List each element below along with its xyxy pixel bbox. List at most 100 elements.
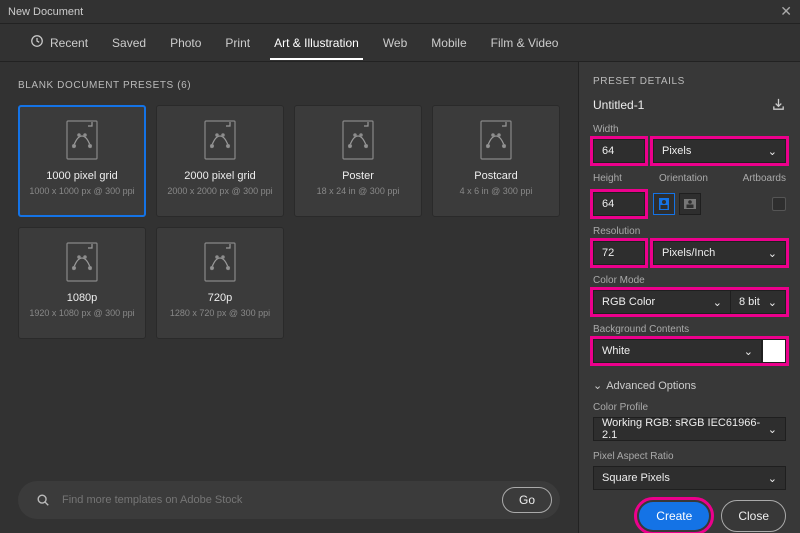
chevron-down-icon: ⌄ (713, 296, 722, 309)
color-depth-select[interactable]: 8 bit ⌄ (730, 290, 786, 314)
tab-print[interactable]: Print (213, 26, 262, 60)
width-unit-select[interactable]: Pixels ⌄ (653, 139, 786, 163)
preset-name: 720p (208, 292, 232, 304)
tab-label: Print (225, 36, 250, 50)
chevron-down-icon: ⌄ (768, 247, 777, 260)
height-input[interactable]: 64 (593, 192, 645, 216)
resolution-input[interactable]: 72 (593, 241, 645, 265)
orientation-portrait-button[interactable] (653, 193, 675, 215)
color-mode-select[interactable]: RGB Color ⌄ (593, 290, 730, 314)
preset-name: 2000 pixel grid (184, 170, 256, 182)
advanced-label: Advanced Options (606, 380, 696, 392)
preset-name: 1000 pixel grid (46, 170, 118, 182)
tab-recent[interactable]: Recent (18, 24, 100, 61)
preset-thumbnail-icon (204, 242, 236, 282)
color-profile-select[interactable]: Working RGB: sRGB IEC61966-2.1 ⌄ (593, 417, 786, 441)
tab-photo[interactable]: Photo (158, 26, 213, 60)
background-value: White (602, 345, 630, 357)
chevron-down-icon: ⌄ (768, 296, 777, 309)
tab-label: Web (383, 36, 407, 50)
preset-card[interactable]: 1000 pixel grid 1000 x 1000 px @ 300 ppi (18, 105, 146, 217)
background-contents-label: Background Contents (593, 324, 786, 335)
artboards-checkbox[interactable] (772, 197, 786, 211)
preset-dimensions: 18 x 24 in @ 300 ppi (317, 186, 400, 196)
presets-count: (6) (177, 80, 191, 91)
preset-dimensions: 1920 x 1080 px @ 300 ppi (29, 308, 134, 318)
color-depth-value: 8 bit (739, 296, 760, 308)
dialog-footer: Create Close (593, 500, 786, 532)
preset-dimensions: 2000 x 2000 px @ 300 ppi (167, 186, 272, 196)
chevron-down-icon: ⌄ (744, 345, 753, 358)
pixel-aspect-ratio-select[interactable]: Square Pixels⌄ (593, 466, 786, 490)
width-value: 64 (602, 145, 614, 157)
background-swatch[interactable] (762, 339, 786, 363)
preset-card[interactable]: 720p 1280 x 720 px @ 300 ppi (156, 227, 284, 339)
background-select[interactable]: White ⌄ (593, 339, 762, 363)
preset-thumbnail-icon (66, 120, 98, 160)
tab-art-illustration[interactable]: Art & Illustration (262, 26, 371, 60)
preset-dimensions: 1280 x 720 px @ 300 ppi (170, 308, 270, 318)
presets-panel: BLANK DOCUMENT PRESETS (6) 1000 pixel gr… (0, 62, 578, 533)
width-label: Width (593, 124, 786, 135)
resolution-unit-select[interactable]: Pixels/Inch ⌄ (653, 241, 786, 265)
tab-mobile[interactable]: Mobile (419, 26, 478, 60)
color-mode-label: Color Mode (593, 275, 786, 286)
search-input[interactable] (62, 494, 490, 506)
preset-dimensions: 4 x 6 in @ 300 ppi (460, 186, 533, 196)
orientation-group (653, 193, 701, 215)
width-unit-value: Pixels (662, 145, 691, 157)
tab-label: Recent (50, 36, 88, 50)
width-input[interactable]: 64 (593, 139, 645, 163)
preset-dimensions: 1000 x 1000 px @ 300 ppi (29, 186, 134, 196)
preset-card[interactable]: 1080p 1920 x 1080 px @ 300 ppi (18, 227, 146, 339)
preset-name: 1080p (67, 292, 98, 304)
preset-card[interactable]: Postcard 4 x 6 in @ 300 ppi (432, 105, 560, 217)
preset-grid: 1000 pixel grid 1000 x 1000 px @ 300 ppi 2… (18, 105, 560, 339)
presets-header-text: BLANK DOCUMENT PRESETS (18, 80, 174, 91)
preset-thumbnail-icon (204, 120, 236, 160)
color-profile-label: Color Profile (593, 402, 786, 413)
clock-icon (30, 34, 44, 51)
height-value: 64 (602, 198, 614, 210)
tab-label: Saved (112, 36, 146, 50)
window-title: New Document (8, 6, 83, 18)
tab-saved[interactable]: Saved (100, 26, 158, 60)
color-mode-value: RGB Color (602, 296, 655, 308)
resolution-label: Resolution (593, 226, 786, 237)
chevron-down-icon: ⌄ (768, 472, 777, 485)
color-profile-value: Working RGB: sRGB IEC61966-2.1 (602, 417, 762, 441)
tab-label: Mobile (431, 36, 466, 50)
chevron-down-icon: ⌄ (593, 379, 602, 392)
preset-details-title: PRESET DETAILS (593, 76, 786, 87)
preset-card[interactable]: 2000 pixel grid 2000 x 2000 px @ 300 ppi (156, 105, 284, 217)
tab-web[interactable]: Web (371, 26, 419, 60)
save-preset-icon[interactable] (771, 97, 786, 112)
presets-header: BLANK DOCUMENT PRESETS (6) (18, 80, 560, 91)
tab-film-video[interactable]: Film & Video (479, 26, 571, 60)
pixel-aspect-ratio-label: Pixel Aspect Ratio (593, 451, 786, 462)
preset-details-panel: PRESET DETAILS Untitled-1 Width 64 Pixel… (578, 62, 800, 533)
titlebar: New Document ✕ (0, 0, 800, 24)
preset-card[interactable]: Poster 18 x 24 in @ 300 ppi (294, 105, 422, 217)
preset-thumbnail-icon (66, 242, 98, 282)
search-icon (36, 493, 50, 507)
preset-name: Poster (342, 170, 374, 182)
go-button[interactable]: Go (502, 487, 552, 513)
close-button[interactable]: Close (721, 500, 786, 532)
create-button[interactable]: Create (639, 502, 709, 530)
close-icon[interactable]: ✕ (780, 3, 792, 20)
chevron-down-icon: ⌄ (768, 423, 777, 436)
advanced-options-toggle[interactable]: ⌄ Advanced Options (593, 379, 786, 392)
resolution-value: 72 (602, 247, 614, 259)
orientation-label: Orientation (659, 173, 708, 184)
preset-thumbnail-icon (342, 120, 374, 160)
orientation-landscape-button[interactable] (679, 193, 701, 215)
preset-thumbnail-icon (480, 120, 512, 160)
tabbar: Recent Saved Photo Print Art & Illustrat… (0, 24, 800, 62)
artboards-label: Artboards (743, 173, 786, 184)
resolution-unit-value: Pixels/Inch (662, 247, 715, 259)
document-name[interactable]: Untitled-1 (593, 98, 644, 112)
chevron-down-icon: ⌄ (768, 145, 777, 158)
tab-label: Photo (170, 36, 201, 50)
preset-name: Postcard (474, 170, 517, 182)
